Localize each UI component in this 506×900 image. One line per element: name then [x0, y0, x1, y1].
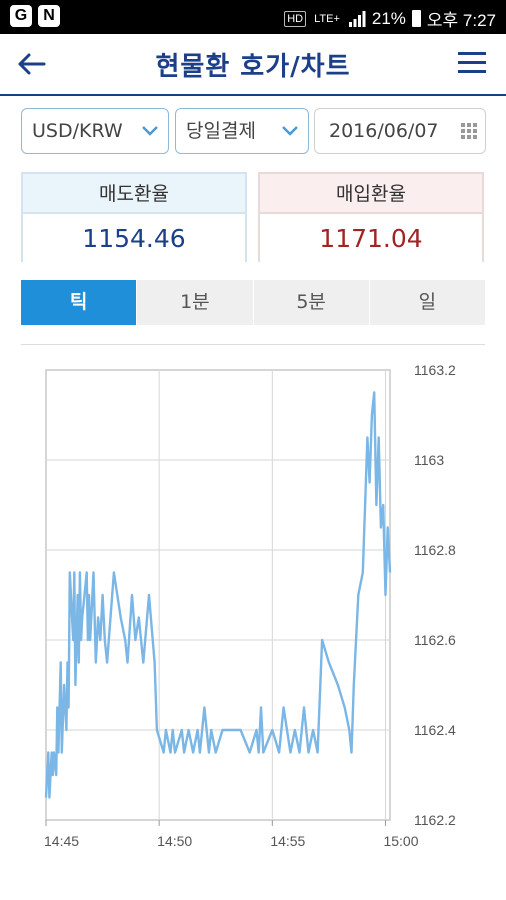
hamburger-menu-icon	[458, 52, 486, 73]
sell-rate-value: 1154.46	[23, 214, 245, 262]
status-bar: G N HD LTE+ 21% 오후 7:27	[0, 0, 506, 34]
x-tick-label: 14:45	[44, 833, 79, 849]
buy-rate-value: 1171.04	[260, 214, 482, 262]
currency-select[interactable]: USD/KRW	[21, 108, 169, 154]
tab-day[interactable]: 일	[369, 280, 485, 325]
plot-frame	[45, 369, 391, 821]
buy-rate-box: 매입환율 1171.04	[258, 172, 484, 262]
x-tick-label: 14:55	[270, 833, 305, 849]
interval-tabs: 틱 1분 5분 일	[21, 280, 485, 325]
page-title: 현물환 호가/차트	[155, 52, 351, 82]
tab-5min[interactable]: 5분	[253, 280, 370, 325]
battery-icon	[411, 10, 421, 27]
y-tick-label: 1162.4	[414, 722, 456, 738]
date-picker[interactable]: 2016/06/07	[314, 108, 486, 154]
currency-select-value: USD/KRW	[32, 120, 123, 142]
sell-rate-label: 매도환율	[23, 174, 245, 214]
calendar-icon	[461, 123, 477, 139]
y-tick-label: 1163.2	[414, 362, 456, 378]
y-tick-label: 1162.6	[414, 632, 456, 648]
tab-1min[interactable]: 1분	[137, 280, 254, 325]
menu-button[interactable]	[456, 48, 488, 78]
status-notification-icons: G N	[10, 5, 60, 27]
sell-rate-box: 매도환율 1154.46	[21, 172, 247, 262]
divider	[21, 344, 485, 345]
tab-tick[interactable]: 틱	[21, 280, 138, 325]
status-indicators: HD LTE+ 21% 오후 7:27	[284, 6, 496, 31]
clock: 오후 7:27	[426, 11, 496, 30]
x-tick-label: 15:00	[383, 833, 418, 849]
y-tick-label: 1162.8	[414, 542, 456, 558]
notification-app-icon: G	[10, 5, 32, 27]
notification-ad-icon: N	[38, 5, 60, 27]
battery-percent: 21%	[371, 8, 406, 28]
hd-voice-icon: HD	[284, 10, 307, 27]
settlement-select-value: 당일결제	[186, 120, 256, 142]
x-tick-label: 14:50	[157, 833, 192, 849]
chevron-down-icon	[142, 126, 158, 136]
chevron-down-icon	[282, 126, 298, 136]
signal-strength-icon	[348, 10, 366, 27]
date-value: 2016/06/07	[329, 120, 439, 142]
settlement-select[interactable]: 당일결제	[175, 108, 309, 154]
app-header: 현물환 호가/차트	[0, 34, 506, 96]
network-type: LTE+	[314, 12, 340, 25]
y-tick-label: 1162.2	[414, 812, 456, 828]
price-chart: 1163.2 1163 1162.8 1162.6 1162.4 1162.2 14:45 1…	[44, 362, 456, 849]
price-series-line	[44, 391, 392, 799]
y-tick-label: 1163	[414, 452, 444, 468]
buy-rate-label: 매입환율	[260, 174, 482, 214]
